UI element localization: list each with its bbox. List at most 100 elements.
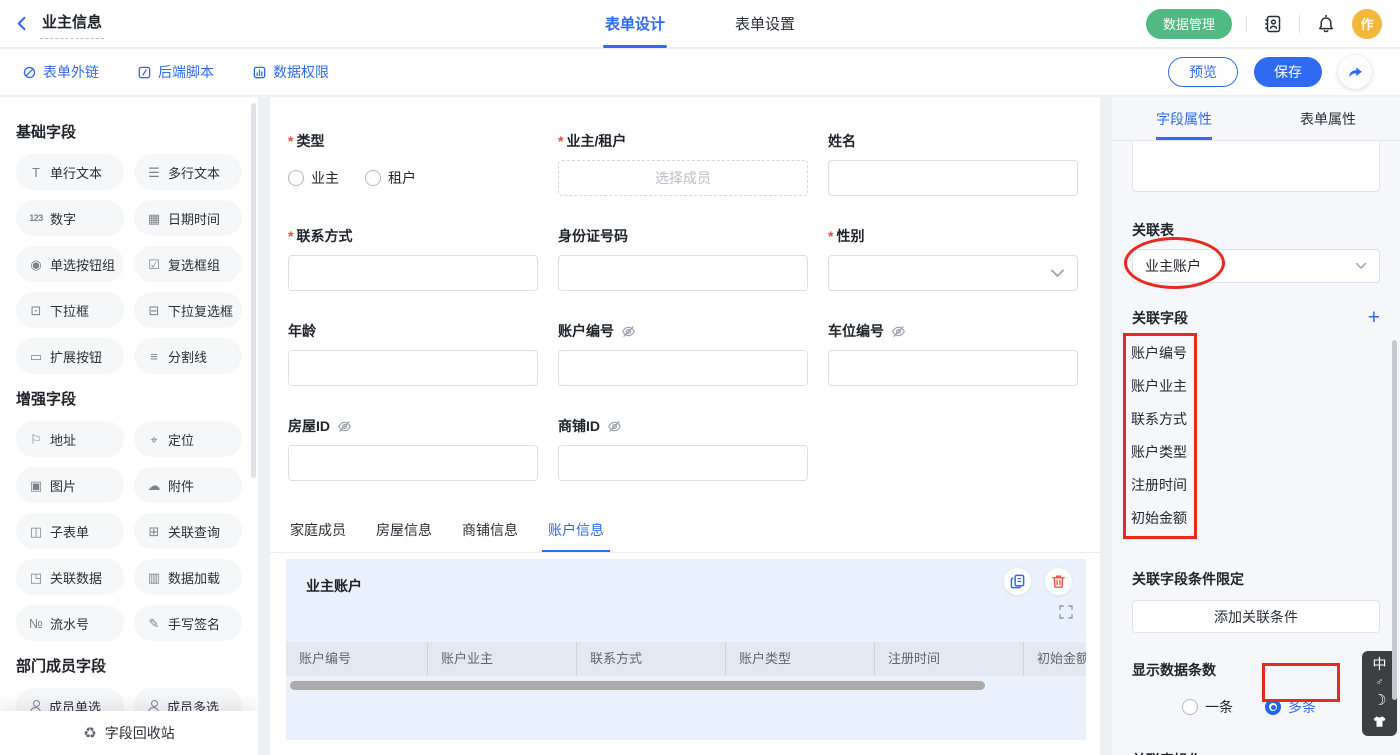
display-count-option-多条[interactable]: 多条 [1265, 697, 1316, 717]
table-column-header: 账户业主 [428, 642, 577, 676]
language-toggle[interactable]: 中 [1373, 658, 1387, 671]
address-book-icon[interactable] [1261, 12, 1285, 36]
radio-group-icon: ◉ [29, 258, 43, 271]
canvas-tab-账户信息[interactable]: 账户信息 [546, 511, 606, 552]
sidebar-item-地址[interactable]: ⚐地址 [16, 421, 124, 457]
form-row: *联系方式身份证号码 *性别 [288, 226, 1078, 291]
form-field: 车位编号 [828, 321, 1078, 386]
sidebar-item-图片[interactable]: ▣图片 [16, 467, 124, 503]
text-input[interactable] [558, 350, 808, 386]
field-recycle-bin[interactable]: ♻ 字段回收站 [0, 711, 258, 755]
canvas-tab-房屋信息[interactable]: 房屋信息 [374, 511, 434, 552]
switch-icon[interactable]: ♂ [1376, 678, 1384, 687]
save-button[interactable]: 保存 [1254, 57, 1322, 87]
text-input[interactable] [288, 350, 538, 386]
sidebar-item-多行文本[interactable]: ☰多行文本 [134, 154, 242, 190]
text-input[interactable] [558, 255, 808, 291]
chevron-down-icon [1050, 266, 1065, 281]
canvas-tab-家庭成员[interactable]: 家庭成员 [288, 511, 348, 552]
dropdown-icon: ⊡ [29, 304, 43, 317]
toolbar-link[interactable]: 后端脚本 [137, 62, 214, 82]
chevron-left-icon [14, 15, 31, 32]
sidebar-item-下拉框[interactable]: ⊡下拉框 [16, 292, 124, 328]
copy-button[interactable] [1004, 568, 1031, 595]
toolbar-link[interactable]: 表单外链 [22, 62, 99, 82]
field-label: 车位编号 [828, 321, 1078, 341]
form-field: 身份证号码 [558, 226, 808, 291]
eye-off-icon [891, 324, 906, 339]
sidebar-item-label: 单选按钮组 [50, 255, 115, 274]
form-row: 房屋ID商铺ID [288, 416, 1078, 481]
related-field-item[interactable]: 账户业主 [1131, 370, 1194, 403]
field-label-text: 年龄 [288, 321, 316, 341]
sidebar-item-扩展按钮[interactable]: ▭扩展按钮 [16, 338, 124, 374]
form-design-canvas: *类型业主租户*业主/租户选择成员姓名*联系方式身份证号码*性别年龄账户编号车位… [270, 97, 1100, 755]
sidebar-item-日期时间[interactable]: ▦日期时间 [134, 200, 242, 236]
subform-panel[interactable]: 业主账户 [286, 559, 1086, 740]
sidebar-item-label: 数据加载 [168, 568, 220, 587]
related-query-icon: ⊞ [147, 525, 161, 538]
radio-icon [1265, 699, 1281, 715]
bell-icon[interactable] [1314, 12, 1338, 36]
preview-button[interactable]: 预览 [1168, 57, 1238, 87]
top-header: 业主信息 表单设计表单设置 数据管理 [0, 0, 1400, 48]
text-input[interactable] [828, 350, 1078, 386]
display-count-option-一条[interactable]: 一条 [1182, 697, 1233, 717]
horizontal-scrollbar[interactable] [290, 681, 985, 690]
header-tab-form-settings[interactable]: 表单设置 [733, 0, 797, 48]
sidebar-item-子表单[interactable]: ◫子表单 [16, 513, 124, 549]
sidebar-item-单选按钮组[interactable]: ◉ 单选按钮组 [16, 246, 124, 282]
address-icon: ⚐ [29, 433, 43, 446]
shirt-icon[interactable] [1372, 715, 1387, 728]
text-input[interactable] [288, 445, 538, 481]
header-tab-form-design[interactable]: 表单设计 [603, 0, 667, 48]
expand-icon[interactable] [1059, 605, 1073, 619]
property-input[interactable] [1132, 141, 1380, 192]
sidebar-item-单行文本[interactable]: T单行文本 [16, 154, 124, 190]
select-input[interactable] [828, 255, 1078, 291]
sidebar-item-定位[interactable]: ⌖定位 [134, 421, 242, 457]
divider [1246, 15, 1247, 33]
related-table-select[interactable]: 业主账户 [1132, 249, 1380, 283]
canvas-tab-商铺信息[interactable]: 商铺信息 [460, 511, 520, 552]
avatar[interactable]: 作 [1352, 9, 1382, 39]
panel-scrollbar[interactable] [1392, 340, 1397, 700]
form-field: *联系方式 [288, 226, 538, 291]
add-condition-button[interactable]: 添加关联条件 [1132, 600, 1380, 633]
panel-tab-field-props[interactable]: 字段属性 [1112, 97, 1256, 140]
radio-option[interactable]: 租户 [365, 168, 416, 188]
sidebar-item-数字[interactable]: 123数字 [16, 200, 124, 236]
back-button[interactable] [14, 15, 31, 32]
moon-icon[interactable]: ☾ [1373, 694, 1386, 708]
add-field-icon[interactable]: + [1368, 310, 1380, 326]
header-tabs: 表单设计 表单设置 [603, 0, 797, 48]
toolbar-link[interactable]: 数据权限 [252, 62, 329, 82]
text-input[interactable] [558, 445, 808, 481]
member-picker[interactable]: 选择成员 [558, 160, 808, 196]
sidebar-item-复选框组[interactable]: ☑复选框组 [134, 246, 242, 282]
multi-line-text-icon: ☰ [147, 166, 161, 179]
text-input[interactable] [288, 255, 538, 291]
panel-tab-form-props[interactable]: 表单属性 [1256, 97, 1400, 140]
text-input[interactable] [828, 160, 1078, 196]
sidebar-item-下拉复选框[interactable]: ⊟下拉复选框 [134, 292, 242, 328]
sidebar-item-手写签名[interactable]: ✎手写签名 [134, 605, 242, 641]
related-field-item[interactable]: 联系方式 [1131, 403, 1194, 436]
sidebar-item-数据加载[interactable]: ▥数据加载 [134, 559, 242, 595]
related-field-item[interactable]: 初始金额 [1131, 502, 1194, 535]
related-field-item[interactable]: 账户类型 [1131, 436, 1194, 469]
radio-option[interactable]: 业主 [288, 168, 339, 188]
single-line-text-icon: T [29, 166, 43, 179]
sidebar-item-分割线[interactable]: ≡分割线 [134, 338, 242, 374]
sidebar-item-流水号[interactable]: №流水号 [16, 605, 124, 641]
data-manage-button[interactable]: 数据管理 [1146, 9, 1232, 39]
sidebar-scrollbar[interactable] [251, 103, 256, 478]
sidebar-item-附件[interactable]: ☁附件 [134, 467, 242, 503]
delete-button[interactable] [1045, 568, 1072, 595]
form-field: *性别 [828, 226, 1078, 291]
related-field-item[interactable]: 账户编号 [1131, 337, 1194, 370]
share-button[interactable] [1338, 55, 1372, 89]
sidebar-item-关联查询[interactable]: ⊞关联查询 [134, 513, 242, 549]
sidebar-item-关联数据[interactable]: ◳关联数据 [16, 559, 124, 595]
related-field-item[interactable]: 注册时间 [1131, 469, 1194, 502]
